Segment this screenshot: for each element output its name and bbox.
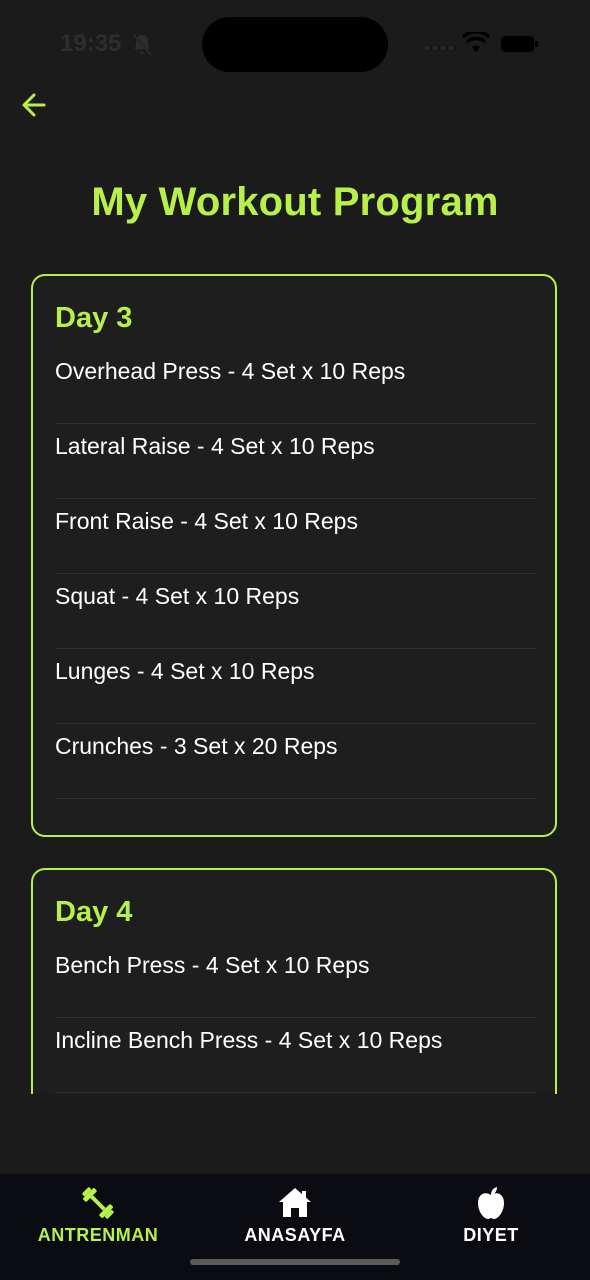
tab-label: ANASAYFA — [244, 1225, 346, 1245]
home-indicator — [190, 1259, 400, 1265]
home-icon — [279, 1188, 311, 1217]
exercise-item[interactable]: Lunges - 4 Set x 10 Reps — [55, 649, 536, 724]
tab-diyet[interactable]: DIYET — [411, 1174, 571, 1264]
wifi-icon — [462, 32, 490, 52]
bell-slash-icon — [131, 33, 153, 56]
battery-icon — [501, 36, 538, 52]
dynamic-island — [202, 17, 388, 72]
day-card[interactable]: Day 4 Bench Press - 4 Set x 10 Reps Incl… — [31, 868, 557, 1094]
exercise-item[interactable]: Lateral Raise - 4 Set x 10 Reps — [55, 424, 536, 499]
day-title: Day 3 — [55, 302, 133, 334]
tab-anasayfa[interactable]: ANASAYFA — [215, 1174, 375, 1264]
exercise-item[interactable]: Bench Press - 4 Set x 10 Reps — [55, 943, 536, 1018]
exercise-item[interactable]: Squat - 4 Set x 10 Reps — [55, 574, 536, 649]
page-title: My Workout Program — [91, 180, 499, 224]
tab-antrenman[interactable]: ANTRENMAN — [18, 1174, 178, 1264]
exercise-item[interactable]: Incline Bench Press - 4 Set x 10 Reps — [55, 1018, 536, 1093]
dumbbell-icon — [82, 1187, 114, 1219]
exercise-list: Overhead Press - 4 Set x 10 Reps Lateral… — [55, 349, 536, 799]
apple-icon — [478, 1187, 504, 1219]
tab-label: ANTRENMAN — [37, 1225, 159, 1245]
status-time: 19:35 — [60, 30, 122, 57]
exercise-item[interactable]: Overhead Press - 4 Set x 10 Reps — [55, 349, 536, 424]
day-title: Day 4 — [55, 896, 133, 928]
signal-icon — [425, 46, 453, 50]
tab-label: DIYET — [463, 1225, 519, 1245]
exercise-item[interactable]: Front Raise - 4 Set x 10 Reps — [55, 499, 536, 574]
status-bar: 19:35 — [0, 0, 590, 90]
back-arrow-icon[interactable] — [16, 86, 56, 126]
exercise-list: Bench Press - 4 Set x 10 Reps Incline Be… — [55, 943, 536, 1093]
exercise-item[interactable]: Crunches - 3 Set x 20 Reps — [55, 724, 536, 799]
day-card[interactable]: Day 3 Overhead Press - 4 Set x 10 Reps L… — [31, 274, 557, 837]
workout-list[interactable]: Day 3 Overhead Press - 4 Set x 10 Reps L… — [0, 274, 590, 1094]
